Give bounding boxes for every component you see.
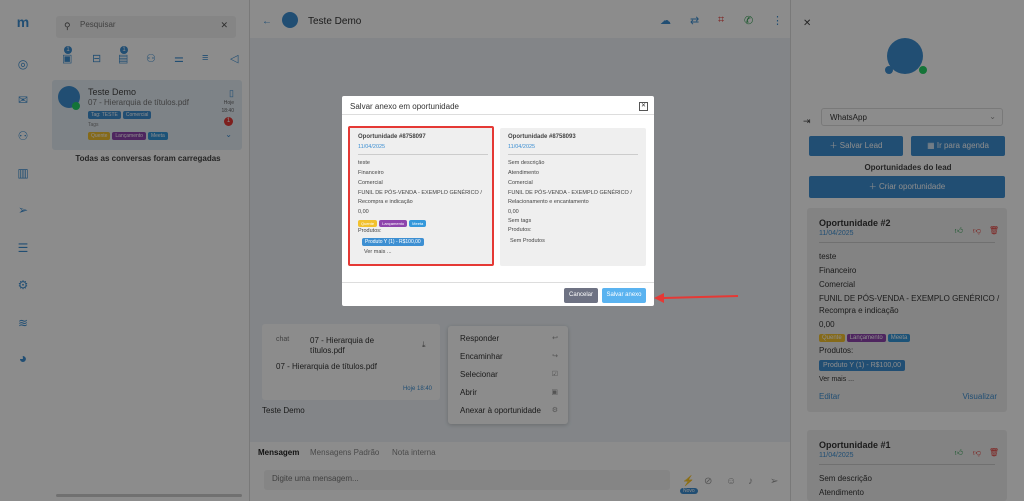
products-label: Produtos: <box>508 227 532 233</box>
product-chip: Produto Y (1) - R$100,00 <box>362 238 424 246</box>
opportunity-team: Financeiro <box>358 170 384 176</box>
products-label: Produtos: <box>358 228 382 234</box>
opportunity-option[interactable]: Oportunidade #8758093 11/04/2025 Sem des… <box>500 128 646 266</box>
annotation-arrow <box>654 293 739 303</box>
close-icon[interactable]: ✕ <box>639 102 648 111</box>
opportunity-value: 0,00 <box>508 209 519 215</box>
opportunity-option-selected[interactable]: Oportunidade #8758097 11/04/2025 teste F… <box>348 126 494 266</box>
opportunity-title: Oportunidade #8758097 <box>358 134 426 140</box>
divider <box>358 154 488 155</box>
save-attachment-modal: Salvar anexo em oportunidade ✕ Oportunid… <box>342 96 654 306</box>
tag-badge: Quente <box>358 220 378 227</box>
opportunity-tags: Sem tags <box>508 218 532 224</box>
opportunity-funnel-step: Recompra e indicação <box>358 199 413 205</box>
divider <box>342 282 654 283</box>
divider <box>342 114 654 115</box>
tag-badge: Lançamento <box>379 220 408 227</box>
opportunity-funnel: FUNIL DE PÓS-VENDA - EXEMPLO GENÉRICO / <box>508 190 632 196</box>
opportunity-description: teste <box>358 160 370 166</box>
tag-badge: Meeta <box>409 220 427 227</box>
opportunity-value: 0,00 <box>358 209 369 215</box>
divider <box>508 154 638 155</box>
opportunity-funnel-step: Relacionamento e encantamento <box>508 199 589 205</box>
modal-title: Salvar anexo em oportunidade <box>350 102 459 111</box>
tag-row: Quente Lançamento Meeta <box>358 218 428 227</box>
opportunity-date: 11/04/2025 <box>508 144 536 150</box>
opportunity-stage: Comercial <box>508 180 533 186</box>
opportunity-title: Oportunidade #8758093 <box>508 134 576 140</box>
products-empty: Sem Produtos <box>510 238 545 244</box>
opportunity-funnel: FUNIL DE PÓS-VENDA - EXEMPLO GENÉRICO / <box>358 190 482 196</box>
opportunity-date: 11/04/2025 <box>358 144 386 150</box>
save-attachment-button[interactable]: Salvar anexo <box>602 288 646 303</box>
opportunity-stage: Comercial <box>358 180 383 186</box>
see-more-link[interactable]: Ver mais ... <box>364 249 392 255</box>
opportunity-team: Atendimento <box>508 170 539 176</box>
opportunity-description: Sem descrição <box>508 160 545 166</box>
cancel-button[interactable]: Cancelar <box>564 288 598 303</box>
